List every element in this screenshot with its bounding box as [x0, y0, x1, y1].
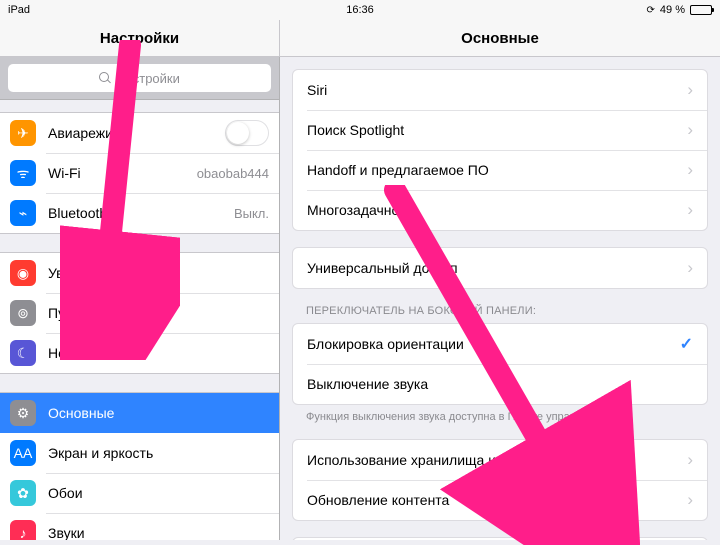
detail-row-label: Выключение звука — [307, 376, 428, 392]
sidebar-icon: ✿ — [10, 480, 36, 506]
detail-row-label: Siri — [307, 82, 327, 98]
battery-percent: 49 % — [660, 4, 685, 16]
detail-row-label: Обновление контента — [307, 492, 449, 508]
status-bar: iPad 16:36 ⟳ 49 % — [0, 0, 720, 20]
detail-row-label: Многозадачность — [307, 202, 420, 218]
detail-pane: Siri›Поиск Spotlight›Handoff и предлагае… — [280, 57, 720, 540]
detail-row-label: Поиск Spotlight — [307, 122, 404, 138]
sidebar-item-wi-fi[interactable]: ᯤ Wi-Fi obaobab444 — [0, 153, 279, 193]
sidebar-title: Настройки — [0, 20, 280, 56]
sidebar-item-уведомления[interactable]: ◉ Уведомления — [0, 253, 279, 293]
detail-row-label: Универсальный доступ — [307, 260, 458, 276]
checkmark-icon: ✓ — [680, 334, 693, 354]
chevron-right-icon: › — [687, 160, 693, 180]
sidebar-item-label: Уведомления — [48, 265, 136, 281]
sidebar-item-value: Выкл. — [234, 206, 269, 221]
sidebar-item-авиарежим[interactable]: ✈ Авиарежим — [0, 113, 279, 153]
clock: 16:36 — [346, 4, 374, 16]
sidebar-item-label: Wi-Fi — [48, 165, 81, 181]
chevron-right-icon: › — [687, 80, 693, 100]
sidebar-icon: ◉ — [10, 260, 36, 286]
detail-row-универсальный-доступ[interactable]: Универсальный доступ › — [293, 248, 707, 288]
sidebar-item-label: Не беспокоить — [48, 345, 143, 361]
sidebar-item-label: Bluetooth — [48, 205, 107, 221]
battery-icon — [690, 5, 712, 15]
section-header-switch: ПЕРЕКЛЮЧАТЕЛЬ НА БОКОВОЙ ПАНЕЛИ: — [306, 305, 708, 317]
chevron-right-icon: › — [687, 490, 693, 510]
sidebar-icon: AА — [10, 440, 36, 466]
search-placeholder: Настройки — [116, 71, 180, 86]
section-footer-switch: Функция выключения звука доступна в Пунк… — [306, 411, 708, 423]
sidebar-icon: ☾ — [10, 340, 36, 366]
sidebar-icon: ⊚ — [10, 300, 36, 326]
detail-title: Основные — [280, 20, 720, 56]
header-bar: Настройки Основные — [0, 20, 720, 57]
detail-row-использование-хранилища-и-icloud[interactable]: Использование хранилища и iCloud › — [293, 440, 707, 480]
sidebar-item-label: Пункт управления — [48, 305, 166, 321]
sidebar-icon: ⌁ — [10, 200, 36, 226]
chevron-right-icon: › — [687, 258, 693, 278]
sidebar-item-не-беспокоить[interactable]: ☾ Не беспокоить — [0, 333, 279, 373]
detail-row-многозадачность[interactable]: Многозадачность › — [293, 190, 707, 230]
sidebar-item-звуки[interactable]: ♪ Звуки — [0, 513, 279, 540]
sidebar: Настройки ✈ Авиарежим ᯤ Wi-Fi obaobab444 ⌁ Blu… — [0, 57, 280, 540]
detail-row-siri[interactable]: Siri › — [293, 70, 707, 110]
search-icon — [99, 72, 111, 84]
device-label: iPad — [8, 4, 30, 16]
detail-row-label: Блокировка ориентации — [307, 336, 464, 352]
detail-row-handoff-и-предлагаемое-по[interactable]: Handoff и предлагаемое ПО › — [293, 150, 707, 190]
chevron-right-icon: › — [687, 200, 693, 220]
sidebar-item-bluetooth[interactable]: ⌁ Bluetooth Выкл. — [0, 193, 279, 233]
sidebar-icon: ♪ — [10, 520, 36, 540]
search-input[interactable]: Настройки — [8, 64, 271, 92]
sidebar-item-пункт-управления[interactable]: ⊚ Пункт управления — [0, 293, 279, 333]
toggle[interactable] — [225, 120, 269, 146]
sidebar-icon: ᯤ — [10, 160, 36, 186]
chevron-right-icon: › — [687, 450, 693, 470]
chevron-right-icon: › — [687, 120, 693, 140]
sidebar-item-label: Звуки — [48, 525, 85, 540]
sidebar-item-label: Экран и яркость — [48, 445, 153, 461]
sidebar-item-обои[interactable]: ✿ Обои — [0, 473, 279, 513]
sidebar-item-label: Авиарежим — [48, 125, 123, 141]
detail-row-поиск-spotlight[interactable]: Поиск Spotlight › — [293, 110, 707, 150]
rotation-lock-icon: ⟳ — [647, 5, 655, 16]
sidebar-item-label: Обои — [48, 485, 83, 501]
sidebar-item-основные[interactable]: ⚙ Основные — [0, 393, 279, 433]
detail-row-обновление-контента[interactable]: Обновление контента › — [293, 480, 707, 520]
sidebar-item-label: Основные — [48, 405, 114, 421]
sidebar-item-value: obaobab444 — [197, 166, 269, 181]
detail-row-label: Использование хранилища и iCloud — [307, 452, 540, 468]
sidebar-icon: ✈ — [10, 120, 36, 146]
sidebar-icon: ⚙ — [10, 400, 36, 426]
sidebar-item-экран-и-яркость[interactable]: AА Экран и яркость — [0, 433, 279, 473]
detail-row-выключение-звука[interactable]: Выключение звука — [293, 364, 707, 404]
detail-row-блокировка-ориентации[interactable]: Блокировка ориентации ✓ — [293, 324, 707, 364]
detail-row-label: Handoff и предлагаемое ПО — [307, 162, 489, 178]
